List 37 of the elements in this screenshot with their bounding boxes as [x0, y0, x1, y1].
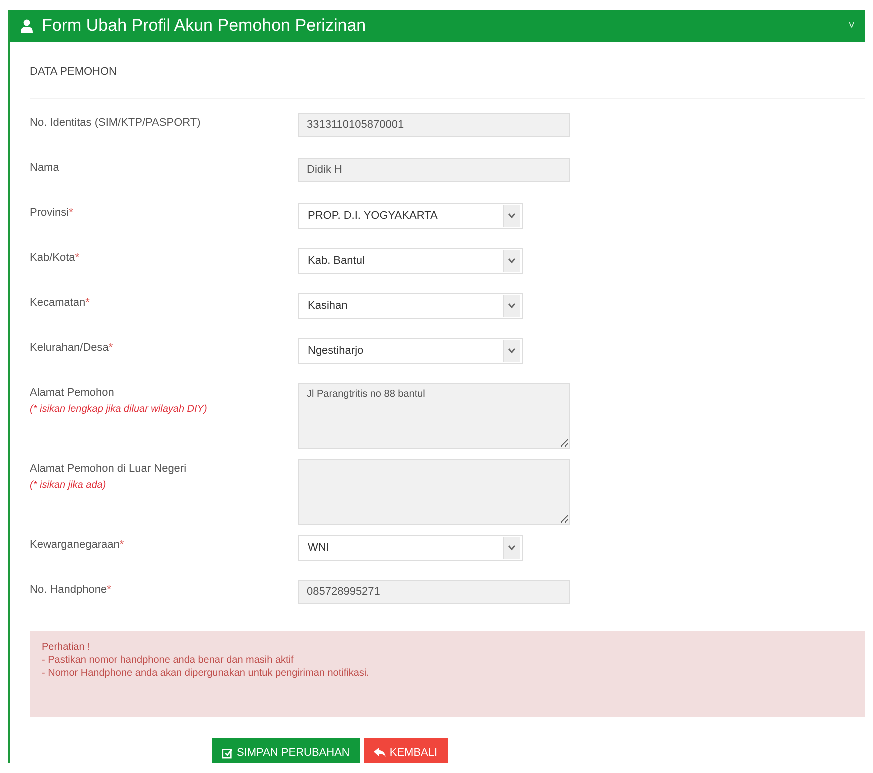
section-title: DATA PEMOHON [30, 65, 118, 80]
textarea-field[interactable]: Jl Parangtritis no 88 bantul [298, 383, 570, 449]
field-label: Nama [30, 162, 60, 174]
edit-icon [222, 748, 233, 758]
alert-line: - Pastikan nomor handphone anda benar dan masih aktif [42, 654, 295, 667]
select-field[interactable]: WNI [298, 535, 523, 561]
alert-title: Perhatian ! [42, 641, 92, 654]
input-field[interactable]: Didik H [298, 158, 570, 182]
field-label: Kelurahan/Desa* [30, 342, 114, 354]
dropdown-icon[interactable] [503, 295, 520, 317]
select-field[interactable]: Kasihan [298, 293, 523, 319]
back-button[interactable]: KEMBALI [364, 738, 448, 763]
field-label: Kewarganegaraan* [30, 539, 126, 551]
user-icon [20, 19, 34, 33]
panel-title: Form Ubah Profil Akun Pemohon Perizinan [42, 16, 368, 36]
field-label: No. Identitas (SIM/KTP/PASPORT) [30, 117, 202, 129]
field-label: No. Handphone* [30, 584, 112, 596]
textarea-field[interactable] [298, 459, 570, 525]
select-field[interactable]: PROP. D.I. YOGYAKARTA [298, 203, 523, 229]
field-label: Kecamatan* [30, 297, 91, 309]
field-label: Provinsi* [30, 207, 74, 219]
field-note: (* isikan lengkap jika diluar wilayah DIY) [30, 404, 208, 415]
input-field[interactable]: 085728995271 [298, 580, 570, 604]
select-field[interactable]: Ngestiharjo [298, 338, 523, 364]
field-label: Alamat Pemohon di Luar Negeri [30, 463, 188, 475]
field-label: Kab/Kota* [30, 252, 81, 264]
select-field[interactable]: Kab. Bantul [298, 248, 523, 274]
dropdown-icon[interactable] [503, 340, 520, 362]
field-note: (* isikan jika ada) [30, 480, 108, 491]
dropdown-icon[interactable] [503, 537, 520, 559]
alert-line: - Nomor Handphone anda akan dipergunakan untuk pengiriman notifikasi. [42, 667, 370, 680]
field-label: Alamat Pemohon [30, 387, 116, 399]
input-field[interactable]: 3313110105870001 [298, 113, 570, 137]
dropdown-icon[interactable] [503, 205, 520, 227]
save-button[interactable]: SIMPAN PERUBAHAN [212, 738, 360, 763]
reply-icon [374, 748, 386, 758]
dropdown-icon[interactable] [503, 250, 520, 272]
